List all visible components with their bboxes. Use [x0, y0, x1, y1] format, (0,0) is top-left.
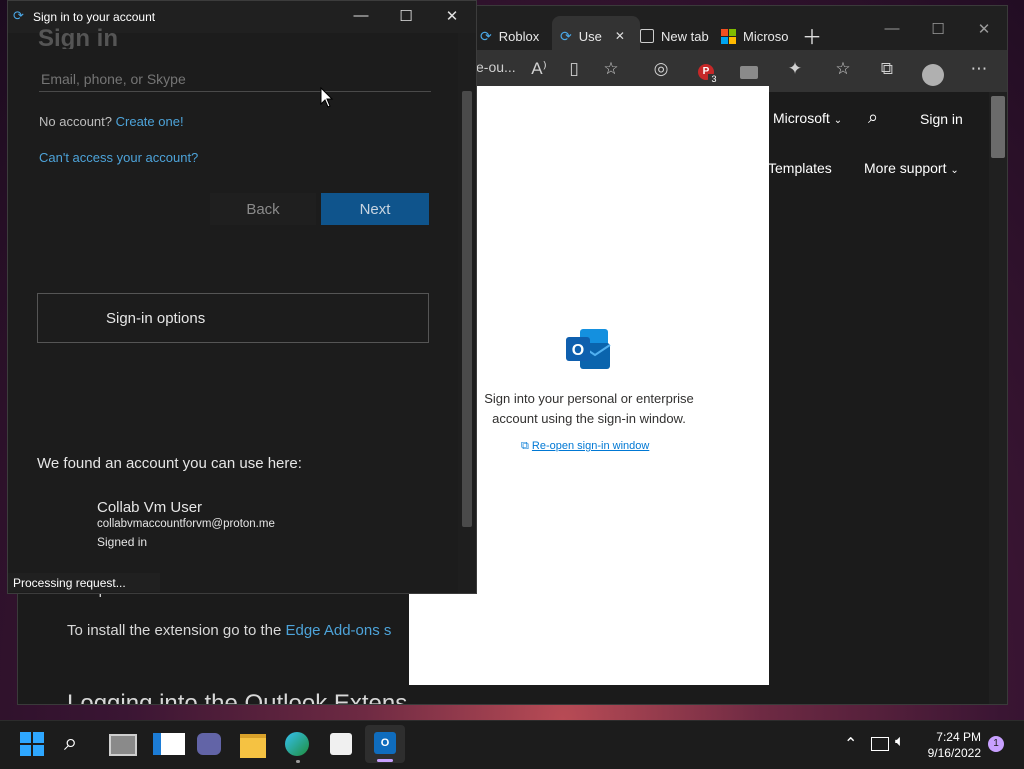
- account-email: collabvmaccountforvm@proton.me: [97, 518, 275, 530]
- file-explorer-icon[interactable]: [240, 734, 266, 758]
- microsoft-menu[interactable]: Microsoft ⌄: [773, 110, 842, 126]
- more-menu-icon[interactable]: ⋯: [966, 59, 992, 79]
- edge-addons-link[interactable]: Edge Add-ons s: [285, 622, 391, 639]
- close-tab-icon[interactable]: ✕: [615, 29, 625, 43]
- more-support-label: More support: [864, 160, 947, 176]
- found-account-text: We found an account you can use here:: [37, 455, 302, 472]
- extensions-puzzle-icon[interactable]: ✦: [782, 59, 808, 79]
- templates-link[interactable]: Templates: [768, 160, 832, 176]
- minimize-icon[interactable]: —: [341, 7, 381, 24]
- chevron-down-icon: ⌄: [833, 115, 843, 126]
- favorites-icon[interactable]: ☆: [830, 59, 856, 79]
- reopen-signin-link[interactable]: ⧉ Re-open sign-in window: [521, 440, 649, 453]
- volume-icon[interactable]: 🔈︎: [895, 733, 905, 751]
- store-icon[interactable]: [330, 733, 352, 755]
- profile-avatar-icon[interactable]: [922, 64, 944, 86]
- clock-time: 7:24 PM: [936, 730, 981, 744]
- task-view-icon[interactable]: [109, 734, 137, 756]
- chevron-down-icon: ⌄: [950, 165, 959, 176]
- extension-glasses-icon[interactable]: ◎: [648, 59, 674, 79]
- dialog-content: Sign in No account? Create one! Can't ac…: [8, 25, 458, 593]
- close-icon[interactable]: ✕: [432, 7, 472, 25]
- page-scrollbar-thumb[interactable]: [991, 96, 1005, 158]
- account-name: Collab Vm User: [97, 499, 203, 516]
- loading-icon: ⟳: [13, 8, 24, 23]
- status-text: Processing request...: [13, 576, 126, 590]
- more-support-menu[interactable]: More support ⌄: [864, 160, 959, 176]
- back-button[interactable]: Back: [210, 193, 316, 225]
- page-scrollbar[interactable]: [989, 92, 1007, 704]
- outlook-extension-icon[interactable]: [740, 66, 758, 79]
- maximize-icon[interactable]: ☐: [926, 20, 950, 38]
- no-account-row: No account? Create one!: [39, 114, 184, 129]
- signin-heading-clip: Sign in: [38, 21, 118, 49]
- section-heading-clip: Logging into the Outlook Extension: [67, 690, 407, 704]
- install-text: To install the extension go to the: [67, 622, 286, 639]
- chevron-up-icon[interactable]: ⌃: [844, 734, 857, 754]
- clock-date: 9/16/2022: [927, 746, 981, 760]
- outlook-icon: O: [374, 732, 396, 754]
- immersive-reader-icon[interactable]: ▯: [561, 59, 587, 79]
- new-tab-plus-icon[interactable]: ＋: [802, 21, 822, 50]
- collections-icon[interactable]: ⧉: [874, 59, 900, 79]
- signin-heading: Sign in: [38, 25, 118, 49]
- address-bar[interactable]: e-ou...: [476, 59, 516, 75]
- email-input[interactable]: [39, 67, 431, 92]
- network-icon[interactable]: [871, 737, 889, 751]
- mouse-cursor-icon: [320, 86, 334, 114]
- loading-icon: ⟳: [480, 27, 492, 44]
- tab-label: Use: [578, 28, 602, 44]
- start-windows-icon[interactable]: [20, 732, 44, 756]
- reopen-label: Re-open sign-in window: [531, 440, 650, 452]
- microsoft-menu-label: Microsoft: [773, 110, 830, 126]
- microsoft-logo-icon: [721, 28, 736, 44]
- signin-dialog: ⟳ Sign in to your account — ☐ ✕ Sign in …: [7, 0, 477, 594]
- maximize-icon[interactable]: ☐: [386, 7, 426, 25]
- account-status: Signed in: [97, 535, 148, 549]
- search-icon[interactable]: ⌕: [868, 107, 878, 128]
- read-aloud-icon[interactable]: A⁾: [526, 59, 552, 79]
- outlook-taskbar-button[interactable]: O: [365, 725, 405, 763]
- loading-icon: ⟳: [560, 27, 572, 44]
- install-paragraph: To install the extension go to the Edge …: [67, 622, 391, 639]
- extension-badge: 3: [708, 74, 720, 85]
- tab-label: New tab: [661, 28, 709, 44]
- account-tile[interactable]: Collab Vm User collabvmaccountforvm@prot…: [37, 496, 427, 552]
- no-account-text: No account?: [39, 114, 112, 129]
- dialog-scrollbar-thumb[interactable]: [462, 91, 472, 527]
- search-icon[interactable]: ⌕: [64, 729, 77, 757]
- svg-text:O: O: [572, 342, 584, 359]
- clock[interactable]: 7:24 PM 9/16/2022: [925, 729, 981, 761]
- edge-browser-icon[interactable]: [285, 732, 309, 756]
- open-external-icon: ⧉: [521, 440, 529, 452]
- tab-label: Roblox: [498, 28, 540, 44]
- active-app-indicator: [377, 759, 393, 762]
- notification-badge[interactable]: 1: [988, 736, 1004, 752]
- status-bar: Processing request...: [8, 573, 160, 592]
- edge-running-indicator: [296, 760, 300, 763]
- close-window-icon[interactable]: ✕: [972, 20, 996, 38]
- widgets-icon[interactable]: [153, 733, 185, 755]
- tab-label: Microso: [743, 28, 789, 44]
- create-account-link[interactable]: Create one!: [116, 114, 184, 129]
- minimize-icon[interactable]: —: [880, 20, 904, 37]
- outlook-logo-icon: O: [566, 327, 612, 371]
- sign-in-link[interactable]: Sign in: [920, 111, 963, 127]
- next-button[interactable]: Next: [321, 193, 429, 225]
- signin-options-button[interactable]: Sign-in options: [37, 293, 429, 343]
- section-heading: Logging into the Outlook Extension: [67, 690, 407, 704]
- cant-access-link[interactable]: Can't access your account?: [39, 150, 198, 165]
- teams-chat-icon[interactable]: [197, 733, 221, 755]
- outlook-signin-message: Sign into your personal or enterprise ac…: [484, 391, 694, 426]
- address-text: e-ou...: [476, 59, 516, 75]
- new-tab-page-icon: [640, 29, 654, 43]
- signin-options-label: Sign-in options: [106, 309, 206, 327]
- add-favorite-icon[interactable]: ☆: [598, 59, 624, 79]
